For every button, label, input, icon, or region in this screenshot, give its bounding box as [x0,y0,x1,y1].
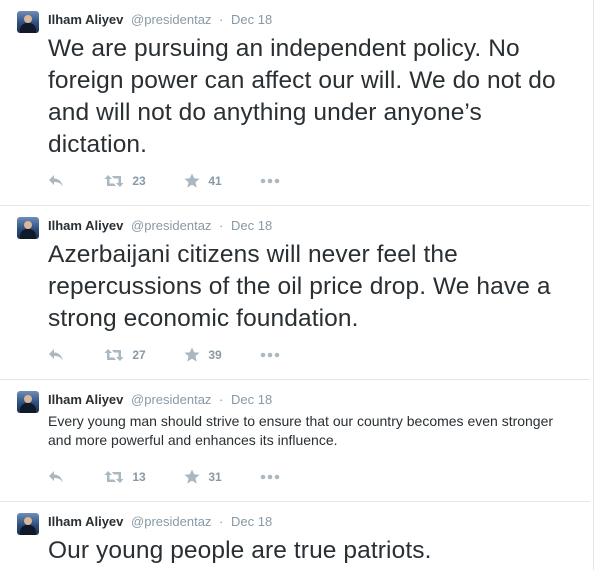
favorite-count: 31 [208,469,222,484]
timestamp[interactable]: Dec 18 [231,12,272,27]
retweet-count: 23 [132,173,146,188]
author-handle[interactable]: @presidentaz [131,218,211,233]
more-button[interactable] [260,344,280,364]
retweet-count: 13 [132,469,146,484]
separator: · [219,218,224,233]
tweet-text: Our young people are true patriots. [48,537,432,564]
author-name[interactable]: Ilham Aliyev [48,392,123,407]
more-icon [260,178,280,184]
tweet[interactable]: Ilham Aliyev @presidentaz · Dec 18 Our y… [0,502,590,570]
author-name[interactable]: Ilham Aliyev [48,218,123,233]
author-handle[interactable]: @presidentaz [131,12,211,27]
avatar[interactable] [17,391,39,413]
star-icon [184,173,200,188]
avatar[interactable] [17,513,39,535]
reply-icon [49,470,63,483]
author-name[interactable]: Ilham Aliyev [48,12,123,27]
more-button[interactable] [260,170,280,190]
reply-icon [49,348,63,361]
author-handle[interactable]: @presidentaz [131,514,211,529]
tweet-text: Azerbaijani citizens will never feel the… [48,241,551,332]
timestamp[interactable]: Dec 18 [231,514,272,529]
tweet-header: Ilham Aliyev @presidentaz · Dec 18 [48,12,272,28]
author-name[interactable]: Ilham Aliyev [48,514,123,529]
tweet-text: We are pursuing an independent policy. N… [48,35,556,158]
tweet-text: Every young man should strive to ensure … [48,413,554,448]
author-handle[interactable]: @presidentaz [131,392,211,407]
more-icon [260,352,280,358]
avatar[interactable] [17,11,39,33]
separator: · [219,12,224,27]
star-icon [184,347,200,362]
retweet-icon [104,470,124,483]
tweet-header: Ilham Aliyev @presidentaz · Dec 18 [48,218,272,234]
timestamp[interactable]: Dec 18 [231,218,272,233]
reply-button[interactable] [48,170,64,190]
reply-button[interactable] [48,466,64,486]
more-button[interactable] [260,466,280,486]
favorite-count: 41 [208,173,222,188]
favorite-count: 39 [208,347,222,362]
retweet-button[interactable]: 13 [104,466,146,486]
tweet[interactable]: Ilham Aliyev @presidentaz · Dec 18 Azerb… [0,206,590,380]
favorite-button[interactable]: 31 [184,466,222,486]
timestamp[interactable]: Dec 18 [231,392,272,407]
avatar[interactable] [17,217,39,239]
retweet-icon [104,348,124,361]
tweet[interactable]: Ilham Aliyev @presidentaz · Dec 18 We ar… [0,0,590,206]
separator: · [219,514,224,529]
favorite-button[interactable]: 41 [184,170,222,190]
reply-button[interactable] [48,344,64,364]
favorite-button[interactable]: 39 [184,344,222,364]
more-icon [260,474,280,480]
tweet-header: Ilham Aliyev @presidentaz · Dec 18 [48,392,272,408]
star-icon [184,469,200,484]
timeline-border [593,0,594,570]
tweet[interactable]: Ilham Aliyev @presidentaz · Dec 18 Every… [0,380,590,502]
separator: · [219,392,224,407]
retweet-icon [104,174,124,187]
retweet-button[interactable]: 27 [104,344,146,364]
reply-icon [49,174,63,187]
retweet-count: 27 [132,347,146,362]
retweet-button[interactable]: 23 [104,170,146,190]
tweet-header: Ilham Aliyev @presidentaz · Dec 18 [48,514,272,530]
